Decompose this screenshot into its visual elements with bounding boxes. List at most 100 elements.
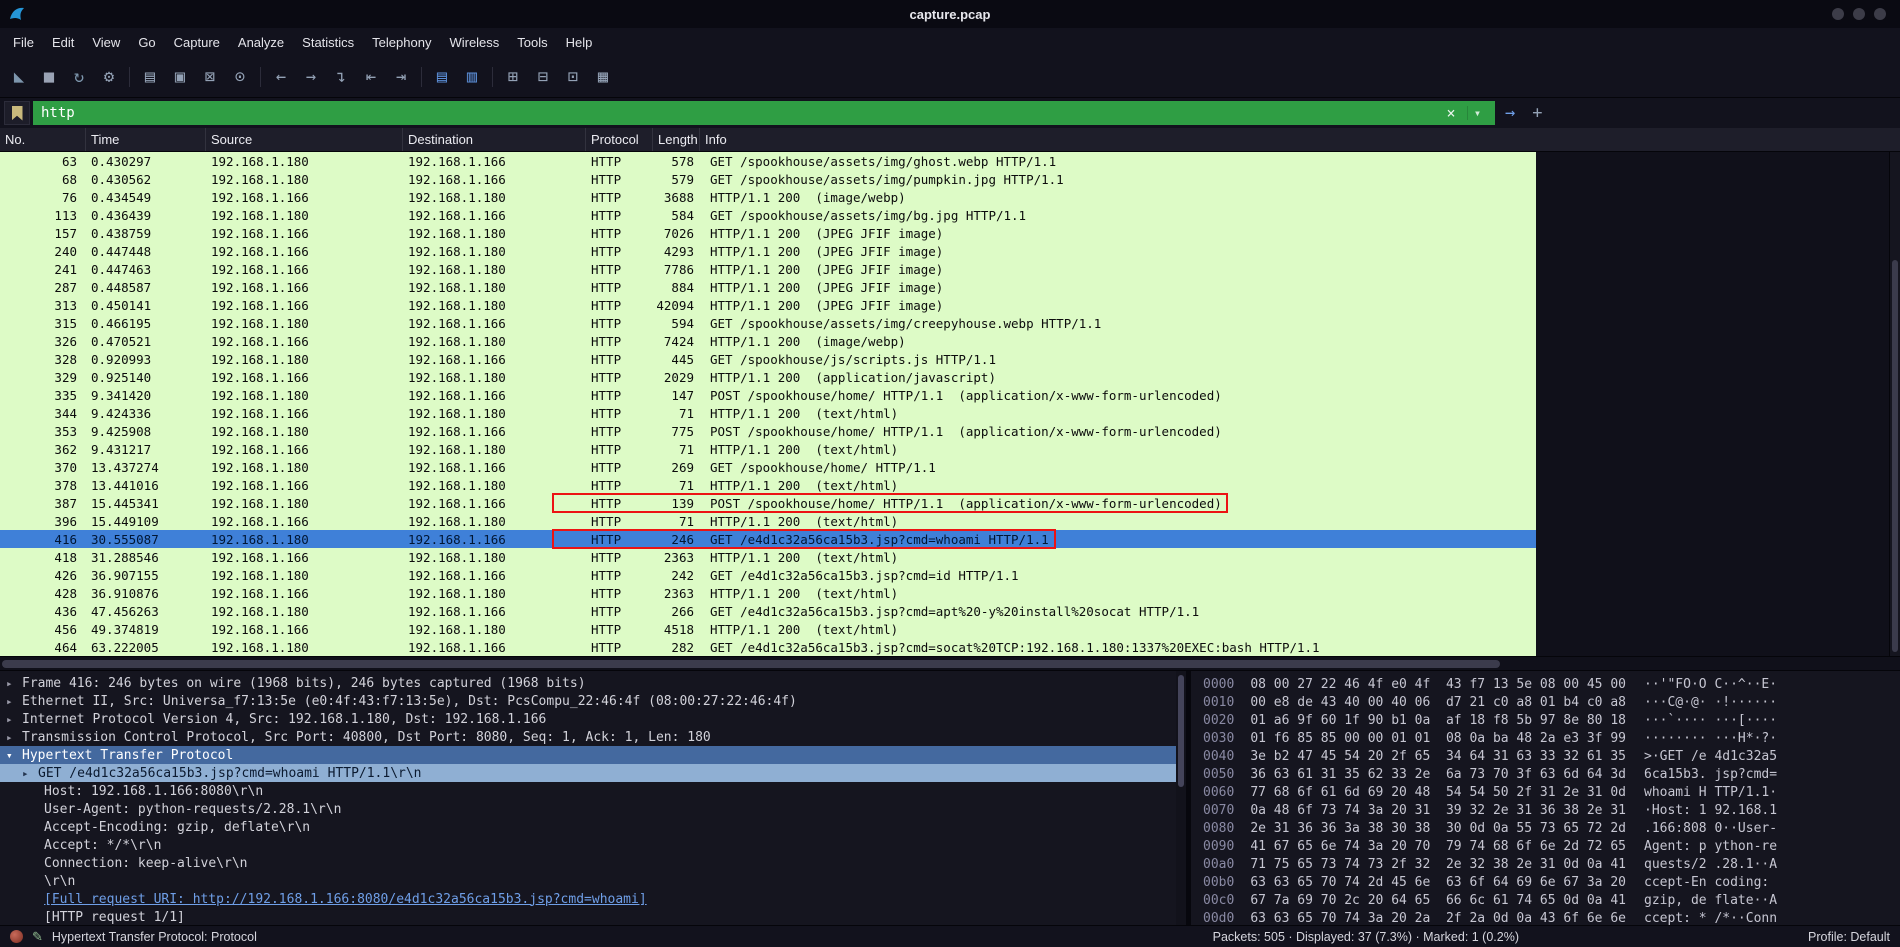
- packet-row-240[interactable]: 240 0.447448 192.168.1.166 192.168.1.180 HTT…: [0, 242, 1536, 260]
- hex-row[interactable]: 0050 36 63 61 31 35 62 33 2e 6a 73 70 3f …: [1203, 765, 1900, 783]
- packet-row-315[interactable]: 315 0.466195 192.168.1.180 192.168.1.166 HTT…: [0, 314, 1536, 332]
- detail-row[interactable]: User-Agent: python-requests/2.28.1\r\n: [0, 800, 1186, 818]
- detail-row[interactable]: [HTTP request 1/1]: [0, 908, 1186, 925]
- expert-info-icon[interactable]: [10, 930, 23, 943]
- window-close-button[interactable]: [1874, 8, 1886, 20]
- packet-row-157[interactable]: 157 0.438759 192.168.1.166 192.168.1.180 HTT…: [0, 224, 1536, 242]
- packet-row-344[interactable]: 344 9.424336 192.168.1.166 192.168.1.180 HTT…: [0, 404, 1536, 422]
- packet-row-426[interactable]: 426 36.907155 192.168.1.180 192.168.1.166 HT…: [0, 566, 1536, 584]
- expand-arrow-icon[interactable]: ▸: [22, 767, 38, 780]
- open-file-icon[interactable]: ▤: [135, 63, 165, 91]
- menu-view[interactable]: View: [83, 31, 129, 54]
- menu-capture[interactable]: Capture: [165, 31, 229, 54]
- packet-row-335[interactable]: 335 9.341420 192.168.1.180 192.168.1.166 HTT…: [0, 386, 1536, 404]
- column-header-time[interactable]: Time: [86, 128, 206, 151]
- scrollbar-thumb[interactable]: [1178, 675, 1184, 787]
- menu-tools[interactable]: Tools: [508, 31, 556, 54]
- column-header-no[interactable]: No.: [0, 128, 86, 151]
- packet-row-418[interactable]: 418 31.288546 192.168.1.166 192.168.1.180 HT…: [0, 548, 1536, 566]
- zoom-in-icon[interactable]: ⊞: [498, 63, 528, 91]
- menu-analyze[interactable]: Analyze: [229, 31, 293, 54]
- packet-list-vertical-scrollbar[interactable]: [1889, 152, 1900, 656]
- hex-row[interactable]: 00c0 67 7a 69 70 2c 20 64 65 66 6c 61 74 …: [1203, 891, 1900, 909]
- detail-row[interactable]: ▸ Internet Protocol Version 4, Src: 192.1…: [0, 710, 1186, 728]
- clear-filter-icon[interactable]: ×: [1441, 104, 1461, 122]
- packet-row-416[interactable]: 416 30.555087 192.168.1.180 192.168.1.166 HT…: [0, 529, 1536, 549]
- detail-row[interactable]: Connection: keep-alive\r\n: [0, 854, 1186, 872]
- hex-row[interactable]: 0020 01 a6 9f 60 1f 90 b1 0a af 18 f8 5b …: [1203, 711, 1900, 729]
- hex-row[interactable]: 0070 0a 48 6f 73 74 3a 20 31 39 32 2e 31 …: [1203, 801, 1900, 819]
- close-file-icon[interactable]: ⊠: [195, 63, 225, 91]
- filter-history-dropdown-icon[interactable]: ▾: [1467, 106, 1487, 120]
- menu-help[interactable]: Help: [557, 31, 602, 54]
- packet-row-329[interactable]: 329 0.925140 192.168.1.166 192.168.1.180 HTT…: [0, 368, 1536, 386]
- detail-row[interactable]: ▸ Ethernet II, Src: Universa_f7:13:5e (e0…: [0, 692, 1186, 710]
- packet-row-76[interactable]: 76 0.434549 192.168.1.166 192.168.1.180 HTTP…: [0, 188, 1536, 206]
- hex-row[interactable]: 0090 41 67 65 6e 74 3a 20 70 79 74 68 6f …: [1203, 837, 1900, 855]
- column-header-len[interactable]: Length: [653, 128, 700, 151]
- packet-row-370[interactable]: 370 13.437274 192.168.1.180 192.168.1.166 HT…: [0, 458, 1536, 476]
- zoom-out-icon[interactable]: ⊟: [528, 63, 558, 91]
- packet-row-287[interactable]: 287 0.448587 192.168.1.166 192.168.1.180 HTT…: [0, 278, 1536, 296]
- column-header-dst[interactable]: Destination: [403, 128, 586, 151]
- packet-row-328[interactable]: 328 0.920993 192.168.1.180 192.168.1.166 HTT…: [0, 350, 1536, 368]
- hex-row[interactable]: 0080 2e 31 36 36 3a 38 30 38 30 0d 0a 55 …: [1203, 819, 1900, 837]
- packet-row-464[interactable]: 464 63.222005 192.168.1.180 192.168.1.166 HT…: [0, 638, 1536, 656]
- detail-row[interactable]: ▸ Transmission Control Protocol, Src Port…: [0, 728, 1186, 746]
- packet-row-241[interactable]: 241 0.447463 192.168.1.166 192.168.1.180 HTT…: [0, 260, 1536, 278]
- detail-row[interactable]: \r\n: [0, 872, 1186, 890]
- colorize-icon[interactable]: ▥: [457, 63, 487, 91]
- detail-row[interactable]: Accept-Encoding: gzip, deflate\r\n: [0, 818, 1186, 836]
- detail-row[interactable]: Accept: */*\r\n: [0, 836, 1186, 854]
- last-packet-icon[interactable]: ⇥: [386, 63, 416, 91]
- expand-arrow-icon[interactable]: ▸: [6, 731, 22, 744]
- save-file-icon[interactable]: ▣: [165, 63, 195, 91]
- menu-go[interactable]: Go: [129, 31, 164, 54]
- display-filter-input[interactable]: http × ▾: [33, 101, 1495, 125]
- apply-filter-button[interactable]: →: [1498, 103, 1522, 123]
- window-minimize-button[interactable]: [1832, 8, 1844, 20]
- autoscroll-icon[interactable]: ▤: [427, 63, 457, 91]
- detail-row[interactable]: Host: 192.168.1.166:8080\r\n: [0, 782, 1186, 800]
- start-capture-icon[interactable]: ◣: [4, 63, 34, 91]
- expand-arrow-icon[interactable]: ▸: [6, 695, 22, 708]
- hex-row[interactable]: 0040 3e b2 47 45 54 20 2f 65 34 64 31 63 …: [1203, 747, 1900, 765]
- window-maximize-button[interactable]: [1853, 8, 1865, 20]
- goto-packet-icon[interactable]: ↴: [326, 63, 356, 91]
- forward-icon[interactable]: →: [296, 63, 326, 91]
- filter-bookmark-button[interactable]: [4, 101, 30, 125]
- back-icon[interactable]: ←: [266, 63, 296, 91]
- hex-row[interactable]: 0010 00 e8 de 43 40 00 40 06 d7 21 c0 a8 …: [1203, 693, 1900, 711]
- packet-row-362[interactable]: 362 9.431217 192.168.1.166 192.168.1.180 HTT…: [0, 440, 1536, 458]
- hex-row[interactable]: 0030 01 f6 85 85 00 00 01 01 08 0a ba 48 …: [1203, 729, 1900, 747]
- capture-options-icon[interactable]: ⚙: [94, 63, 124, 91]
- hex-row[interactable]: 00a0 71 75 65 73 74 73 2f 32 2e 32 38 2e …: [1203, 855, 1900, 873]
- expand-arrow-icon[interactable]: ▸: [6, 677, 22, 690]
- menu-file[interactable]: File: [4, 31, 43, 54]
- column-header-src[interactable]: Source: [206, 128, 403, 151]
- resize-columns-icon[interactable]: ▦: [588, 63, 618, 91]
- expand-arrow-icon[interactable]: ▸: [6, 713, 22, 726]
- status-profile[interactable]: Profile: Default: [1808, 930, 1890, 944]
- details-vertical-scrollbar[interactable]: [1176, 671, 1186, 925]
- packet-row-68[interactable]: 68 0.430562 192.168.1.180 192.168.1.166 HTTP…: [0, 170, 1536, 188]
- packet-row-313[interactable]: 313 0.450141 192.168.1.166 192.168.1.180 HTT…: [0, 296, 1536, 314]
- packet-row-456[interactable]: 456 49.374819 192.168.1.166 192.168.1.180 HT…: [0, 620, 1536, 638]
- detail-row[interactable]: ▸ GET /e4d1c32a56ca15b3.jsp?cmd=whoami HT…: [0, 764, 1186, 782]
- restart-capture-icon[interactable]: ↻: [64, 63, 94, 91]
- first-packet-icon[interactable]: ⇤: [356, 63, 386, 91]
- packet-row-428[interactable]: 428 36.910876 192.168.1.166 192.168.1.180 HT…: [0, 584, 1536, 602]
- packet-row-387[interactable]: 387 15.445341 192.168.1.180 192.168.1.166 HT…: [0, 493, 1536, 513]
- detail-row[interactable]: ▸ Frame 416: 246 bytes on wire (1968 bits…: [0, 674, 1186, 692]
- packet-row-326[interactable]: 326 0.470521 192.168.1.166 192.168.1.180 HTT…: [0, 332, 1536, 350]
- detail-row[interactable]: [Full request URI: http://192.168.1.166:…: [0, 890, 1186, 908]
- packet-row-378[interactable]: 378 13.441016 192.168.1.166 192.168.1.180 HT…: [0, 476, 1536, 494]
- scrollbar-thumb[interactable]: [1892, 260, 1898, 652]
- column-header-proto[interactable]: Protocol: [586, 128, 653, 151]
- packet-row-353[interactable]: 353 9.425908 192.168.1.180 192.168.1.166 HTT…: [0, 422, 1536, 440]
- title-bar[interactable]: capture.pcap: [0, 0, 1900, 28]
- hex-row[interactable]: 00d0 63 63 65 70 74 3a 20 2a 2f 2a 0d 0a …: [1203, 909, 1900, 926]
- menu-statistics[interactable]: Statistics: [293, 31, 363, 54]
- packet-list-horizontal-scrollbar[interactable]: [0, 656, 1900, 670]
- menu-edit[interactable]: Edit: [43, 31, 83, 54]
